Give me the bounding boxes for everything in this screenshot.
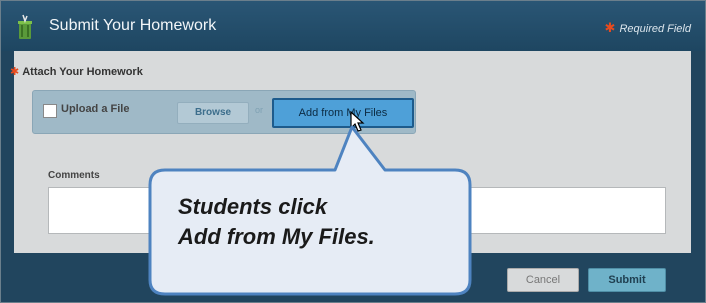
callout-line-2: Add from My Files. [178,224,375,249]
callout-bubble [148,125,472,296]
callout-text: Students click Add from My Files. [178,192,448,252]
callout-line-1: Students click [178,194,328,219]
